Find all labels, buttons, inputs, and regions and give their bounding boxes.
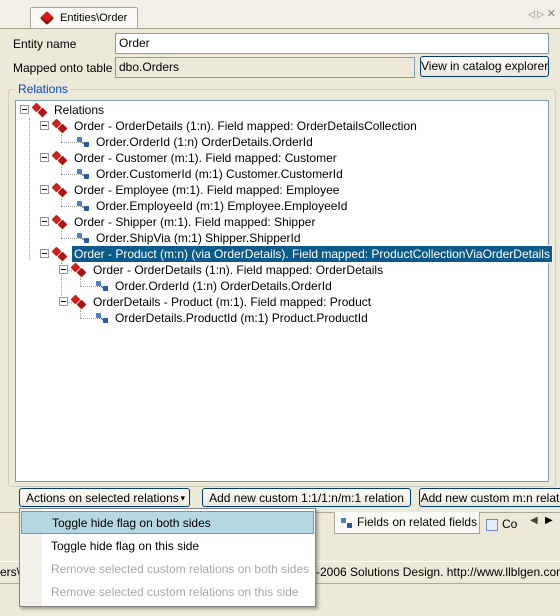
close-tab-icon[interactable]: ✕ [547,7,556,20]
relation-icon [51,214,68,230]
add-custom-mn-relation-button[interactable]: Add new custom m:n relat [419,488,560,507]
status-copyright-text: -2006 Solutions Design. http://www.llblg… [316,565,560,579]
document-tab-entities-order[interactable]: Entities\Order [30,7,138,28]
status-left-text: ers\ [0,565,21,579]
relations-icon [31,102,48,118]
add-custom-relation-button[interactable]: Add new custom 1:1/1:n/m:1 relation [202,488,411,507]
menu-item-remove-custom-this[interactable]: Remove selected custom relations on this… [21,581,314,604]
relation-icon [70,262,87,278]
view-in-catalog-explorer-button[interactable]: View in catalog explorer [420,56,549,77]
fields-tab-icon [341,517,353,529]
relation-icon [70,294,87,310]
collapse-icon[interactable] [59,265,68,274]
field-relation-icon [96,313,110,324]
entity-name-label: Entity name [13,37,77,51]
relations-group-label: Relations [16,82,71,96]
scroll-right-icon[interactable]: ▶ [545,515,553,526]
entity-name-field[interactable]: Order [115,33,549,54]
collapse-icon[interactable] [40,185,49,194]
collapse-icon[interactable] [40,153,49,162]
relation-icon [51,118,68,134]
collapse-icon[interactable] [40,217,49,226]
menu-item-remove-custom-both[interactable]: Remove selected custom relations on both… [21,558,314,581]
document-tab-title: Entities\Order [60,12,128,24]
collapse-icon[interactable] [40,121,49,130]
actions-on-selected-relations-dropdown[interactable]: Actions on selected relations ▾ [19,488,190,507]
actions-dropdown-label: Actions on selected relations [26,491,179,505]
tab-code-gen[interactable]: Co [486,514,517,535]
tab-fields-on-related-fields[interactable]: Fields on related fields [334,512,480,534]
relation-icon [51,182,68,198]
field-relation-icon [77,233,91,244]
field-relation-icon [96,281,110,292]
field-relation-icon [77,137,91,148]
dropdown-arrow-icon: ▾ [180,493,185,503]
collapse-icon[interactable] [20,105,29,114]
relations-tree[interactable]: Relations Order - OrderDetails (1:n). Fi… [15,100,553,482]
mapped-table-label: Mapped onto table [13,61,113,75]
actions-dropdown-menu: Toggle hide flag on both sides Toggle hi… [19,508,316,607]
grid-tab-icon [486,518,498,531]
field-relation-icon [77,169,91,180]
collapse-icon[interactable] [59,297,68,306]
entity-icon [39,10,55,26]
menu-item-toggle-hide-this[interactable]: Toggle hide flag on this side [21,535,314,558]
field-relation-icon [77,201,91,212]
tab-scroll-arrows-icon[interactable]: ◁▷ [528,9,546,20]
menu-item-toggle-hide-both[interactable]: Toggle hide flag on both sides [21,511,314,534]
scroll-left-icon[interactable]: ◀ [530,515,538,526]
collapse-icon[interactable] [40,249,49,258]
mapped-table-field: dbo.Orders [115,57,415,78]
relation-icon [51,150,68,166]
relation-icon [51,246,68,262]
